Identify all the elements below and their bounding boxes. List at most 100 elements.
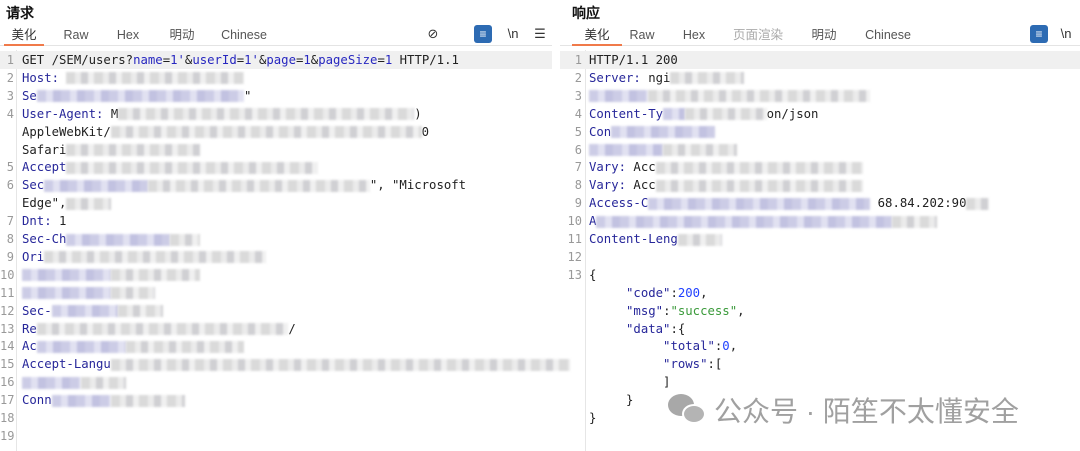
- redacted-text: [670, 72, 745, 85]
- code-line: 2 Server: ngi: [560, 69, 1080, 87]
- redacted-text: [51, 305, 119, 318]
- line-number: 5: [6, 160, 14, 175]
- code-line: 3: [560, 87, 1080, 105]
- redacted-text: [44, 179, 148, 192]
- tab-pretty[interactable]: 美化: [572, 26, 622, 46]
- line-text: AppleWebKit/0: [22, 123, 429, 141]
- code-line: 9 Ori: [0, 248, 552, 266]
- code-token: Content-Ty: [589, 106, 664, 121]
- line-number: 6: [574, 142, 582, 157]
- request-editor[interactable]: 1 GET /SEM/users?name=1'&userId=1'&page=1…: [0, 50, 570, 451]
- line-number: 8: [574, 178, 582, 193]
- code-token: Edge",: [22, 196, 67, 211]
- tab-render[interactable]: 明动: [802, 26, 846, 46]
- tab-pretty[interactable]: 美化: [4, 26, 44, 46]
- redacted-text: [22, 269, 111, 282]
- line-number: 10: [0, 267, 15, 282]
- code-line: 13 Re /: [0, 320, 552, 338]
- menu-icon[interactable]: ☰: [531, 25, 549, 43]
- redacted-text: [611, 126, 715, 139]
- newline-icon[interactable]: \n: [504, 25, 522, 43]
- code-line: 5 Accept: [0, 158, 552, 176]
- hide-icon[interactable]: ⊘: [424, 25, 442, 43]
- line-text: [22, 284, 156, 302]
- code-line: 9 Access-C 68.84.202:90: [560, 194, 1080, 212]
- code-token: Content-Leng: [589, 232, 678, 246]
- code-token: Access-C: [589, 196, 649, 211]
- code-token: 0: [421, 124, 430, 139]
- tab-raw[interactable]: Raw: [622, 26, 662, 46]
- line-number: 8: [6, 232, 14, 246]
- redacted-text: [110, 126, 422, 139]
- code-token: }: [589, 411, 597, 425]
- line-number: 16: [0, 375, 15, 390]
- line-text: ]: [589, 373, 670, 391]
- line-text: [589, 141, 737, 159]
- line-text: "code":200,: [589, 284, 707, 302]
- redacted-text: [110, 358, 570, 371]
- wrap-icon[interactable]: ≡: [1030, 25, 1048, 43]
- code-line: AppleWebKit/0: [0, 123, 552, 141]
- line-text: Access-C 68.84.202:90: [589, 194, 989, 212]
- code-line: 14 Ac: [0, 337, 552, 355]
- redacted-text: [677, 233, 723, 246]
- line-number: 17: [0, 393, 15, 408]
- line-text: A: [589, 212, 937, 230]
- code-token: pageSize: [318, 53, 378, 67]
- line-number: 11: [567, 232, 582, 246]
- redacted-text: [655, 161, 863, 174]
- tab-hex[interactable]: Hex: [674, 26, 714, 46]
- line-text: "msg":"success",: [589, 302, 744, 320]
- line-text: [22, 373, 126, 391]
- code-token: 1: [59, 214, 67, 229]
- line-number: 4: [574, 106, 582, 121]
- line-number: 11: [0, 285, 15, 300]
- code-token: Acc: [633, 178, 656, 193]
- code-line: Safari: [0, 141, 552, 159]
- tab-render[interactable]: 明动: [160, 26, 204, 46]
- redacted-text: [81, 376, 126, 389]
- newline-icon[interactable]: \n: [1057, 25, 1075, 43]
- code-token: Sec: [22, 178, 45, 193]
- code-token: A: [589, 214, 597, 229]
- line-number: 3: [6, 88, 14, 103]
- code-token: :[: [707, 357, 723, 372]
- line-text: Conn: [22, 391, 185, 409]
- line-text: "rows":[: [589, 355, 722, 373]
- line-text: Ac: [22, 337, 244, 355]
- tab-raw[interactable]: Raw: [56, 26, 96, 46]
- code-token: Accept-Langu: [22, 357, 111, 372]
- line-text: Server: ngi: [589, 69, 745, 87]
- watermark-text: 公众号 · 陌笙不太懂安全: [714, 396, 1019, 427]
- line-text: Safari: [22, 141, 200, 159]
- tab-hex[interactable]: Hex: [108, 26, 148, 46]
- code-token: "success": [670, 303, 738, 318]
- wechat-icon: [668, 394, 706, 426]
- code-line: 3 Se ": [0, 87, 552, 105]
- tab-chinese[interactable]: Chinese: [858, 26, 918, 46]
- redacted-text: [36, 340, 126, 353]
- code-token: 1': [244, 53, 259, 67]
- code-token: userId: [192, 53, 237, 67]
- line-text: Ori: [22, 248, 267, 266]
- code-token: "code": [626, 285, 671, 300]
- code-token: Re: [22, 321, 37, 336]
- line-number: 9: [6, 249, 14, 264]
- line-text: }: [589, 409, 596, 427]
- wrap-icon[interactable]: ≡: [474, 25, 492, 43]
- code-line: 19: [0, 427, 552, 445]
- redacted-text: [44, 251, 267, 264]
- line-number: 10: [567, 214, 582, 229]
- redacted-text: [685, 108, 767, 121]
- line-text: Re /: [22, 320, 296, 338]
- line-number: 13: [0, 321, 15, 336]
- line-text: HTTP/1.1 200: [589, 51, 678, 69]
- code-token: User-Agent:: [22, 106, 111, 121]
- tab-page-render[interactable]: 页面渲染: [728, 26, 788, 46]
- tab-chinese[interactable]: Chinese: [214, 26, 274, 46]
- redacted-text: [966, 197, 989, 210]
- code-token: "data": [626, 321, 671, 336]
- code-token: Con: [589, 124, 612, 139]
- line-number: 3: [574, 88, 582, 103]
